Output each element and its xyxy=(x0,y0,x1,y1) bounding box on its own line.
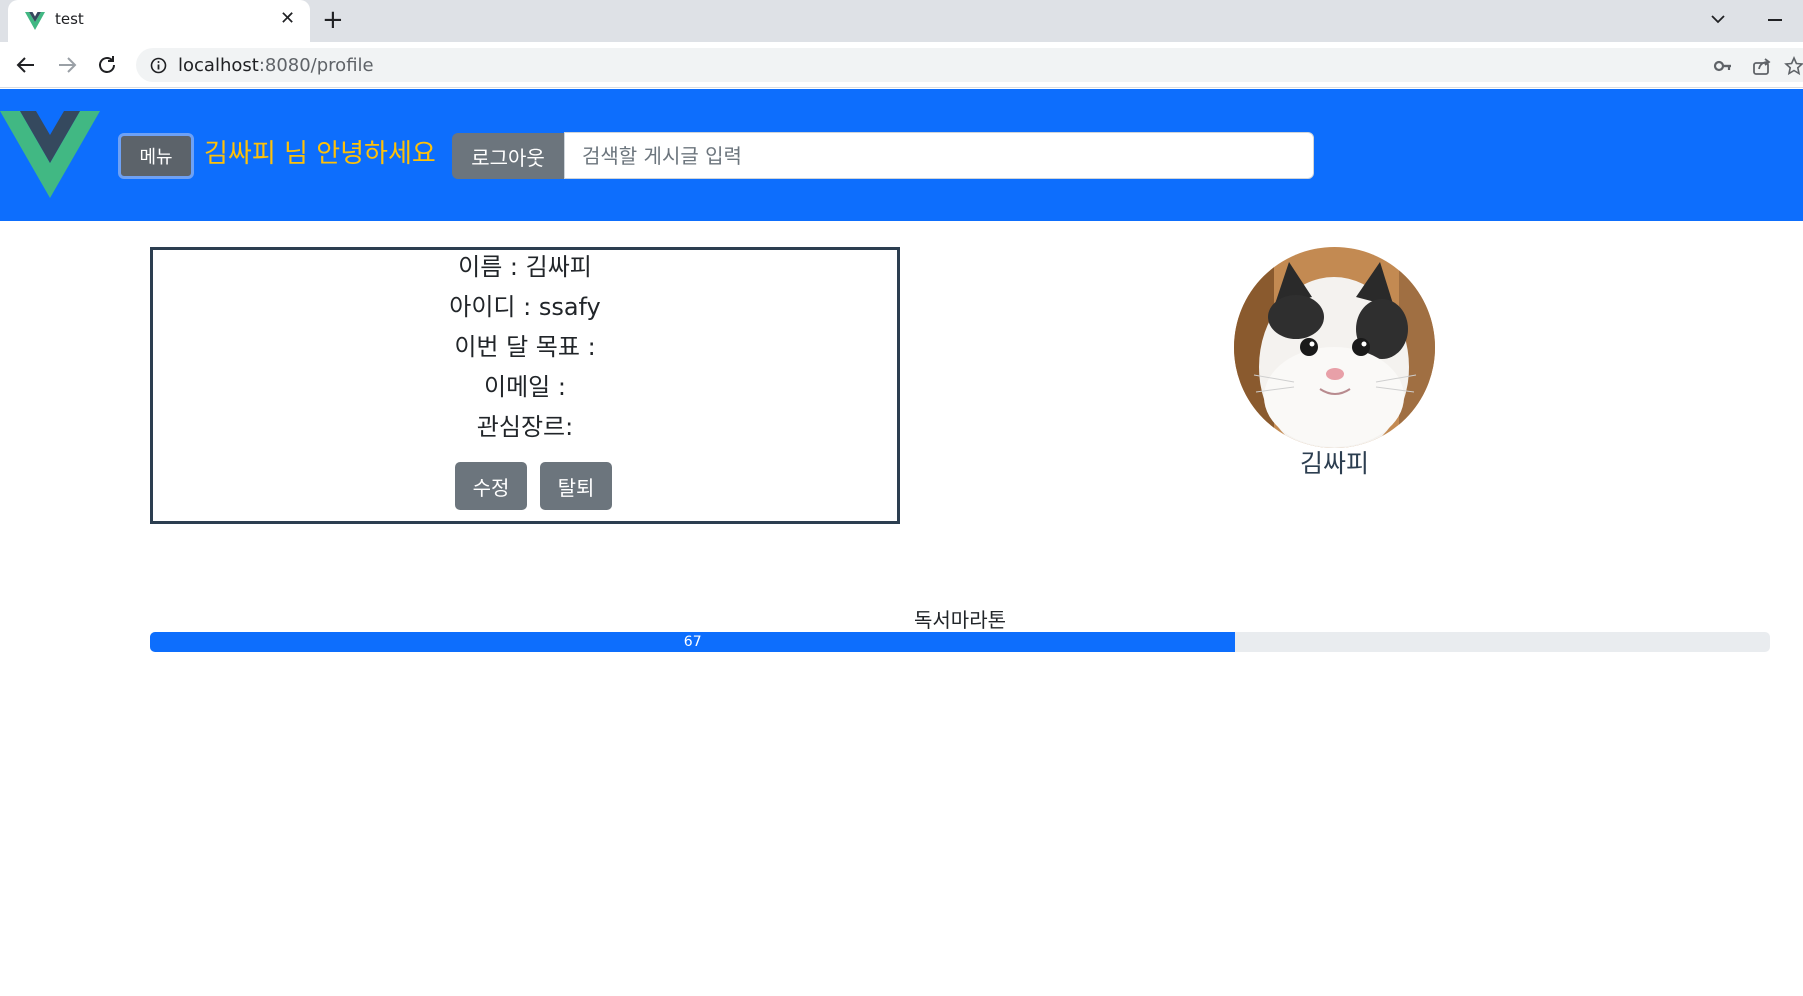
browser-tab[interactable]: test ✕ xyxy=(8,0,310,42)
profile-id: 아이디 : ssafy xyxy=(449,293,601,321)
url-host: localhost xyxy=(178,55,259,76)
key-icon[interactable] xyxy=(1713,56,1733,76)
back-arrow-icon[interactable] xyxy=(14,53,38,77)
menu-button[interactable]: 메뉴 xyxy=(118,133,194,179)
reading-progress-bar: 67 xyxy=(150,632,1770,652)
forward-arrow-icon[interactable] xyxy=(55,53,79,77)
progress-label: 독서마라톤 xyxy=(914,608,1006,632)
app-header: 메뉴 김싸피 님 안녕하세요 로그아웃 xyxy=(0,89,1803,221)
url-text: localhost:8080/profile xyxy=(178,55,374,76)
close-tab-icon[interactable]: ✕ xyxy=(280,8,295,29)
vue-favicon-icon xyxy=(25,12,45,30)
progress-value: 67 xyxy=(683,634,702,650)
avatar-name: 김싸피 xyxy=(1299,449,1369,478)
new-tab-icon[interactable]: + xyxy=(322,5,344,35)
info-icon[interactable] xyxy=(150,57,167,74)
search-input[interactable] xyxy=(564,132,1314,179)
browser-toolbar: localhost:8080/profile xyxy=(0,42,1803,88)
logout-button[interactable]: 로그아웃 xyxy=(452,133,564,179)
profile-name: 이름 : 김싸피 xyxy=(458,253,592,281)
profile-card: 이름 : 김싸피 아이디 : ssafy 이번 달 목표 : 이메일 : 관심장… xyxy=(150,247,900,524)
progress-fill: 67 xyxy=(150,632,1236,652)
reload-icon[interactable] xyxy=(95,53,119,77)
minimize-icon[interactable] xyxy=(1768,19,1782,21)
chevron-down-icon[interactable] xyxy=(1708,10,1728,28)
profile-genre: 관심장르: xyxy=(476,413,574,441)
tab-title: test xyxy=(55,10,84,28)
edit-button[interactable]: 수정 xyxy=(455,462,527,510)
vue-logo-icon[interactable] xyxy=(0,111,100,198)
avatar xyxy=(1234,247,1435,448)
share-icon[interactable] xyxy=(1752,56,1772,76)
cat-photo-icon xyxy=(1234,247,1435,448)
browser-tabstrip: test ✕ + xyxy=(0,0,1803,42)
profile-email: 이메일 : xyxy=(484,373,566,401)
greeting-text: 김싸피 님 안녕하세요 xyxy=(204,139,436,169)
profile-monthly-goal: 이번 달 목표 : xyxy=(454,333,596,361)
address-bar[interactable]: localhost:8080/profile xyxy=(136,48,1803,82)
url-path: :8080/profile xyxy=(258,55,374,76)
withdraw-button[interactable]: 탈퇴 xyxy=(540,462,612,510)
bookmark-star-icon[interactable] xyxy=(1784,56,1803,76)
